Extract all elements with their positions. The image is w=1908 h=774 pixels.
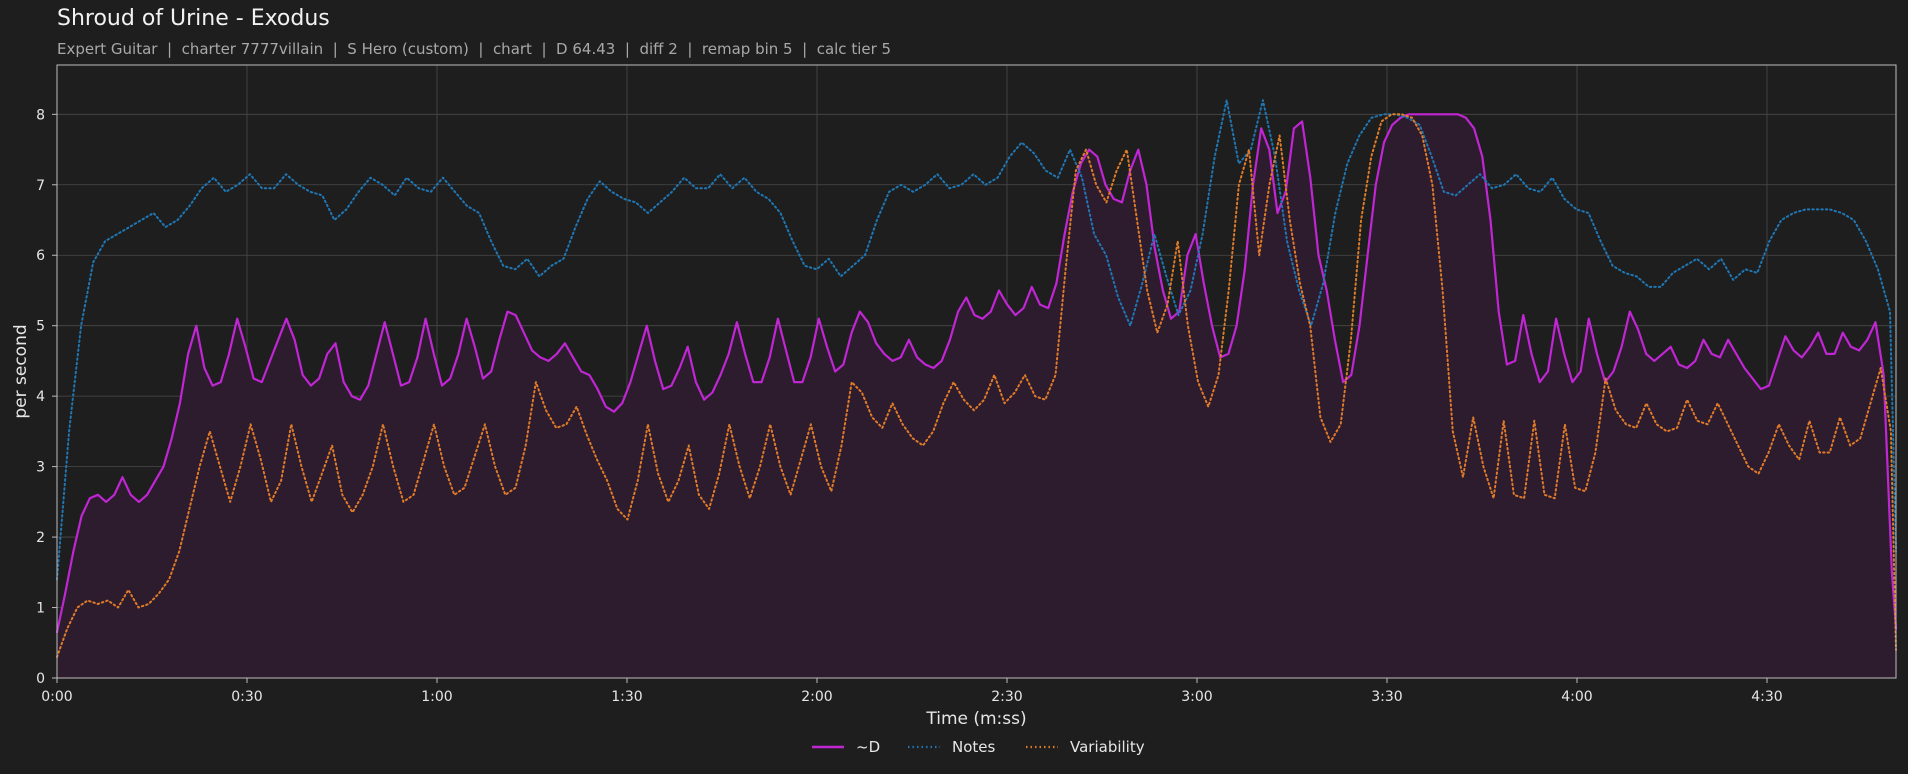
- y-axis-label: per second: [11, 324, 31, 418]
- x-tick-label: 1:00: [421, 689, 452, 705]
- x-tick-label: 4:30: [1751, 689, 1782, 705]
- y-tick-label: 5: [36, 319, 45, 335]
- y-tick-label: 1: [36, 601, 45, 617]
- y-axis-ticks: 0 1 2 3 4 5 6 7 8: [36, 107, 57, 687]
- x-tick-label: 4:00: [1561, 689, 1592, 705]
- y-tick-label: 6: [36, 248, 45, 264]
- legend-label: Notes: [952, 738, 996, 756]
- series-area-d: [57, 114, 1896, 679]
- x-tick-label: 0:30: [231, 689, 262, 705]
- y-tick-label: 8: [36, 107, 45, 123]
- x-tick-label: 2:30: [991, 689, 1022, 705]
- legend-label: ~D: [856, 738, 880, 756]
- y-tick-label: 7: [36, 178, 45, 194]
- y-tick-label: 3: [36, 460, 45, 476]
- y-tick-label: 2: [36, 530, 45, 546]
- area-layer: [57, 114, 1896, 679]
- line-chart: 0:00 0:30 1:00 1:30 2:00 2:30 3:00 3:30 4:00 4:30…: [11, 64, 1898, 756]
- y-tick-label: 4: [36, 389, 45, 405]
- x-tick-label: 3:00: [1181, 689, 1212, 705]
- chart-legend: ~D Notes Variability: [812, 738, 1145, 756]
- x-tick-label: 2:00: [801, 689, 832, 705]
- legend-label: Variability: [1070, 738, 1145, 756]
- x-axis-ticks: 0:00 0:30 1:00 1:30 2:00 2:30 3:00 3:30 4:00 4:30: [41, 678, 1783, 705]
- x-tick-label: 1:30: [611, 689, 642, 705]
- x-tick-label: 3:30: [1371, 689, 1402, 705]
- x-tick-label: 0:00: [41, 689, 72, 705]
- x-axis-label: Time (m:ss): [925, 709, 1026, 729]
- y-tick-label: 0: [36, 671, 45, 687]
